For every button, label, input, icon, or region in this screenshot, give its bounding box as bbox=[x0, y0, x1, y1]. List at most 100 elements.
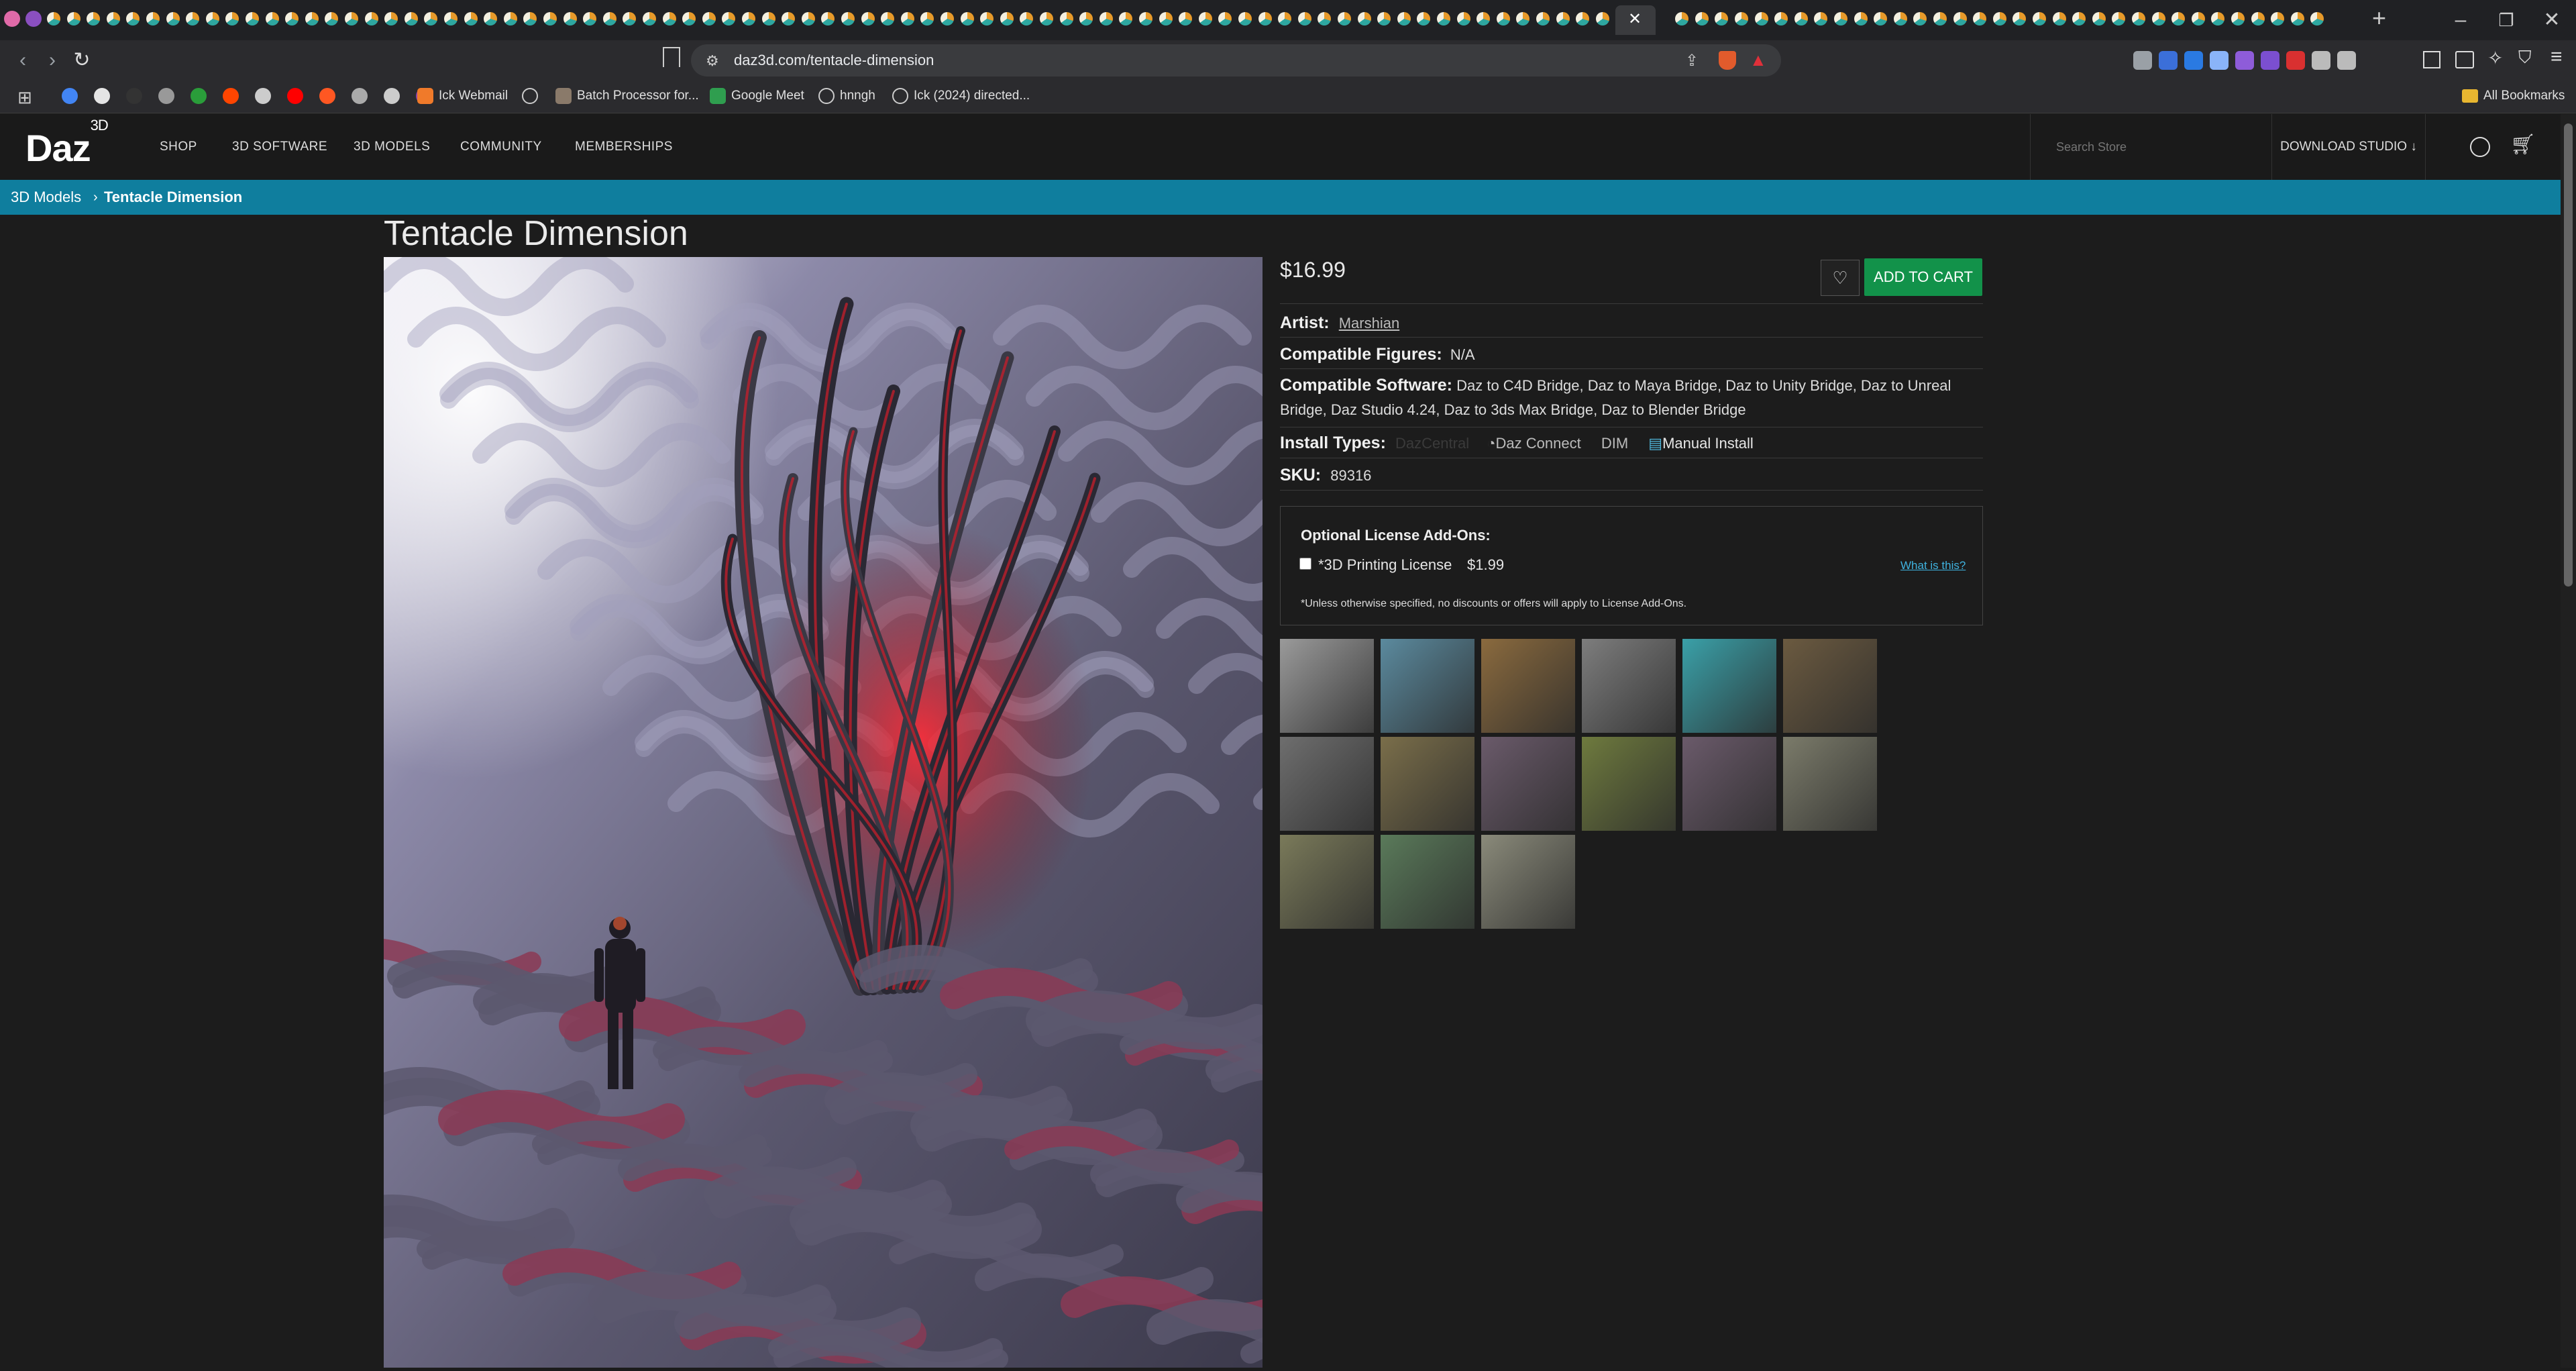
tab-favicon[interactable] bbox=[583, 12, 597, 26]
brave-shield-icon[interactable] bbox=[1719, 51, 1736, 70]
tab-favicon[interactable] bbox=[1933, 12, 1947, 26]
tab-favicon[interactable] bbox=[861, 12, 875, 26]
tab-favicon[interactable] bbox=[2151, 12, 2165, 26]
tab-favicon[interactable] bbox=[2251, 12, 2265, 26]
add-to-cart-button[interactable]: ADD TO CART bbox=[1864, 258, 1982, 296]
product-thumbnail[interactable] bbox=[1381, 835, 1474, 929]
tab-favicon[interactable] bbox=[66, 12, 80, 26]
daz-logo[interactable]: Daz3D bbox=[25, 117, 109, 170]
extension-icon[interactable] bbox=[2286, 51, 2305, 70]
tab-favicon[interactable] bbox=[146, 12, 160, 26]
wishlist-button[interactable]: ♡ bbox=[1821, 260, 1860, 296]
product-thumbnail[interactable] bbox=[1582, 639, 1676, 733]
tab-favicon[interactable] bbox=[1794, 12, 1808, 26]
tab-favicon[interactable] bbox=[225, 12, 239, 26]
extension-icon[interactable] bbox=[2159, 51, 2178, 70]
tab-favicon[interactable] bbox=[1874, 12, 1888, 26]
tab-favicon[interactable] bbox=[1496, 12, 1510, 26]
download-studio-button[interactable]: DOWNLOAD STUDIO ↓ bbox=[2271, 114, 2426, 180]
tab-favicon[interactable] bbox=[941, 12, 954, 26]
bookmark-favicon[interactable] bbox=[319, 88, 335, 104]
tab-favicon[interactable] bbox=[1893, 12, 1907, 26]
tab-favicon[interactable] bbox=[2072, 12, 2086, 26]
extension-icon[interactable] bbox=[2210, 51, 2229, 70]
tab-favicon[interactable] bbox=[1735, 12, 1748, 26]
product-main-image[interactable] bbox=[307, 252, 1512, 1371]
tab-favicon[interactable] bbox=[106, 12, 120, 26]
tab-favicon[interactable] bbox=[702, 12, 716, 26]
tab-favicon[interactable] bbox=[484, 12, 498, 26]
tab-favicon[interactable] bbox=[1099, 12, 1113, 26]
bookmark-favicon[interactable] bbox=[126, 88, 142, 104]
product-thumbnail[interactable] bbox=[1481, 639, 1575, 733]
tab-favicon[interactable] bbox=[87, 12, 101, 26]
bookmark-favicon[interactable] bbox=[223, 88, 239, 104]
tab-favicon[interactable] bbox=[2310, 12, 2324, 26]
brave-rewards-icon[interactable]: ▲ bbox=[1750, 50, 1767, 70]
address-bar[interactable]: ⚙ daz3d.com/tentacle-dimension ⇪ ▲ bbox=[691, 44, 1781, 77]
tab-favicon[interactable] bbox=[841, 12, 855, 26]
bookmark-favicon[interactable] bbox=[352, 88, 368, 104]
back-button[interactable]: ‹ bbox=[8, 46, 38, 75]
tab-favicon[interactable] bbox=[126, 12, 140, 26]
tab-favicon[interactable] bbox=[920, 12, 934, 26]
tab-favicon[interactable] bbox=[2211, 12, 2225, 26]
tab-favicon[interactable] bbox=[1278, 12, 1292, 26]
tab-favicon[interactable] bbox=[345, 12, 358, 26]
product-thumbnail[interactable] bbox=[1381, 737, 1474, 831]
artist-link[interactable]: Marshian bbox=[1339, 315, 1399, 332]
reload-button[interactable]: ↻ bbox=[67, 46, 97, 75]
product-thumbnail[interactable] bbox=[1582, 737, 1676, 831]
bookmark-favicon[interactable] bbox=[62, 88, 78, 104]
tab-favicon[interactable] bbox=[2191, 12, 2205, 26]
sidebar-toggle-icon[interactable] bbox=[2423, 51, 2440, 68]
tab-favicon[interactable] bbox=[1397, 12, 1411, 26]
bookmark-batch-processor[interactable]: Batch Processor for... bbox=[577, 79, 699, 113]
tab-favicon[interactable] bbox=[881, 12, 895, 26]
tab-favicon[interactable] bbox=[2171, 12, 2186, 26]
extension-icon[interactable] bbox=[2184, 51, 2203, 70]
tab-favicon[interactable] bbox=[2231, 12, 2245, 26]
product-thumbnail[interactable] bbox=[1783, 639, 1877, 733]
menu-icon[interactable]: ≡ bbox=[2551, 46, 2563, 68]
tab-favicon[interactable] bbox=[1973, 12, 1987, 26]
tab-favicon[interactable] bbox=[782, 12, 796, 26]
tab-favicon[interactable] bbox=[265, 12, 279, 26]
bookmark-favicon[interactable] bbox=[94, 88, 110, 104]
nav-3d-software[interactable]: 3D SOFTWARE bbox=[232, 114, 327, 180]
printing-license-checkbox[interactable] bbox=[1299, 558, 1311, 570]
bookmark-ick-2024[interactable]: Ick (2024) directed... bbox=[914, 79, 1030, 113]
tab-favicon[interactable] bbox=[1318, 12, 1332, 26]
tab-favicon[interactable] bbox=[285, 12, 299, 26]
close-window-button[interactable]: ✕ bbox=[2532, 7, 2572, 34]
new-tab-button[interactable]: + bbox=[2372, 4, 2386, 32]
tab-favicon[interactable] bbox=[464, 12, 478, 26]
tab-favicon[interactable] bbox=[1695, 12, 1709, 26]
tab-favicon[interactable] bbox=[404, 12, 418, 26]
tab-favicon[interactable] bbox=[186, 12, 200, 26]
tab-favicon[interactable] bbox=[623, 12, 637, 26]
tab-favicon[interactable] bbox=[364, 12, 378, 26]
tab-favicon[interactable] bbox=[1992, 12, 2006, 26]
tab-favicon[interactable] bbox=[643, 12, 656, 26]
bookmark-favicon[interactable] bbox=[287, 88, 303, 104]
tab-favicon[interactable] bbox=[1000, 12, 1014, 26]
tab-favicon[interactable] bbox=[1297, 12, 1311, 26]
tab-favicon[interactable] bbox=[1437, 12, 1450, 26]
tab-favicon[interactable] bbox=[821, 12, 835, 26]
tab-favicon[interactable] bbox=[1516, 12, 1530, 26]
page-scrollbar[interactable] bbox=[2561, 114, 2576, 1368]
product-thumbnail[interactable] bbox=[1280, 639, 1374, 733]
tab-favicon[interactable] bbox=[662, 12, 676, 26]
cart-icon[interactable]: 🛒︎ bbox=[2510, 133, 2536, 156]
bookmark-favicon[interactable] bbox=[158, 88, 174, 104]
extension-icon[interactable] bbox=[2235, 51, 2254, 70]
tab-favicon[interactable] bbox=[1377, 12, 1391, 26]
bookmark-ick-webmail[interactable]: Ick Webmail bbox=[439, 79, 508, 113]
tab-favicon[interactable] bbox=[900, 12, 914, 26]
tab-favicon[interactable] bbox=[682, 12, 696, 26]
tab-favicon[interactable] bbox=[1198, 12, 1212, 26]
tab-favicon[interactable] bbox=[2033, 12, 2046, 26]
tab-favicon[interactable] bbox=[1238, 12, 1252, 26]
tab-favicon[interactable] bbox=[2012, 12, 2027, 26]
